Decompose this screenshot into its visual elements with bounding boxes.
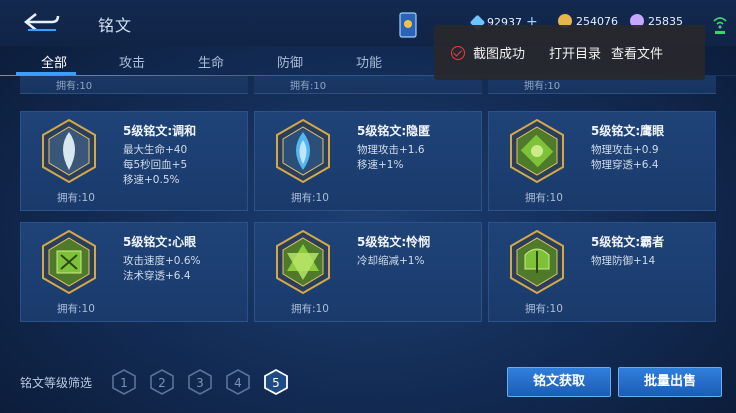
owned-count: 拥有:10 — [525, 192, 563, 204]
inscription-mercy-icon — [276, 229, 330, 295]
wifi-icon — [713, 17, 727, 34]
inscription-name: 5级铭文:心眼 — [123, 235, 197, 249]
inscription-card[interactable]: 5级铭文:调和 最大生命+40 每5秒回血+5 移速+0.5% 拥有:10 — [20, 111, 248, 211]
check-circle-icon — [451, 45, 465, 60]
inscription-mind-eye-icon — [42, 229, 96, 295]
view-file-button[interactable]: 查看文件 — [611, 43, 663, 62]
tab-all[interactable]: 全部 — [24, 52, 84, 71]
owned-count: 拥有:10 — [56, 81, 93, 92]
level-filter-text: 1 — [120, 376, 128, 390]
inscription-name: 5级铭文:怜悯 — [357, 235, 431, 249]
deck-card-icon[interactable] — [398, 12, 418, 38]
inscription-card[interactable]: 5级铭文:鹰眼 物理攻击+0.9 物理穿透+6.4 拥有:10 — [488, 111, 716, 211]
level-filter-1[interactable]: 1 — [112, 369, 136, 395]
inscription-attr: 攻击速度+0.6% — [123, 255, 201, 267]
inscription-attr: 移速+1% — [357, 159, 404, 171]
level-filter-3[interactable]: 3 — [188, 369, 212, 395]
acquire-inscription-button[interactable]: 铭文获取 — [507, 367, 611, 397]
back-arrow-icon[interactable] — [22, 10, 62, 34]
partial-card[interactable] — [20, 76, 248, 94]
inscription-name: 5级铭文:霸者 — [591, 235, 665, 249]
tab-attack[interactable]: 攻击 — [102, 52, 162, 71]
level-filter-text: 3 — [196, 376, 204, 390]
inscription-name: 5级铭文:隐匿 — [357, 124, 431, 138]
owned-count: 拥有:10 — [525, 303, 563, 315]
inscription-attr: 法术穿透+6.4 — [123, 270, 191, 282]
tab-health[interactable]: 生命 — [181, 52, 241, 71]
inscription-attr: 移速+0.5% — [123, 174, 180, 186]
inscription-attr: 物理攻击+1.6 — [357, 144, 425, 156]
inscription-attr: 物理防御+14 — [591, 255, 656, 267]
inscription-attr: 物理穿透+6.4 — [591, 159, 659, 171]
tab-function[interactable]: 功能 — [339, 52, 399, 71]
inscription-harmony-icon — [42, 118, 96, 184]
open-directory-button[interactable]: 打开目录 — [549, 43, 601, 62]
inscription-overlord-icon — [510, 229, 564, 295]
owned-count: 拥有:10 — [291, 192, 329, 204]
batch-sell-button[interactable]: 批量出售 — [618, 367, 722, 397]
level-filter-5-selected[interactable]: 5 — [264, 369, 288, 395]
level-filter-4[interactable]: 4 — [226, 369, 250, 395]
tab-defense[interactable]: 防御 — [260, 52, 320, 71]
inscription-card[interactable]: 5级铭文:隐匿 物理攻击+1.6 移速+1% 拥有:10 — [254, 111, 482, 211]
level-filter-text: 5 — [272, 376, 280, 390]
level-filter-text: 4 — [234, 376, 242, 390]
screenshot-toast: 截图成功 打开目录 查看文件 — [434, 25, 705, 80]
level-filter-text: 2 — [158, 376, 166, 390]
inscription-attr: 最大生命+40 — [123, 144, 188, 156]
owned-count: 拥有:10 — [290, 81, 327, 92]
owned-count: 拥有:10 — [57, 303, 95, 315]
inscription-name: 5级铭文:鹰眼 — [591, 124, 665, 138]
owned-count: 拥有:10 — [291, 303, 329, 315]
inscription-attr: 冷却缩减+1% — [357, 255, 425, 267]
page-title: 铭文 — [98, 16, 133, 35]
inscription-attr: 每5秒回血+5 — [123, 159, 188, 171]
level-filter-label: 铭文等级筛选 — [20, 376, 93, 390]
inscription-card[interactable]: 5级铭文:心眼 攻击速度+0.6% 法术穿透+6.4 拥有:10 — [20, 222, 248, 322]
inscription-attr: 物理攻击+0.9 — [591, 144, 659, 156]
level-filter-2[interactable]: 2 — [150, 369, 174, 395]
owned-count: 拥有:10 — [57, 192, 95, 204]
inscription-name: 5级铭文:调和 — [123, 124, 197, 138]
inscription-hawkeye-icon — [510, 118, 564, 184]
inscription-card[interactable]: 5级铭文:怜悯 冷却缩减+1% 拥有:10 — [254, 222, 482, 322]
inscription-stealth-icon — [276, 118, 330, 184]
inscription-card[interactable]: 5级铭文:霸者 物理防御+14 拥有:10 — [488, 222, 716, 322]
toast-message: 截图成功 — [473, 47, 526, 62]
